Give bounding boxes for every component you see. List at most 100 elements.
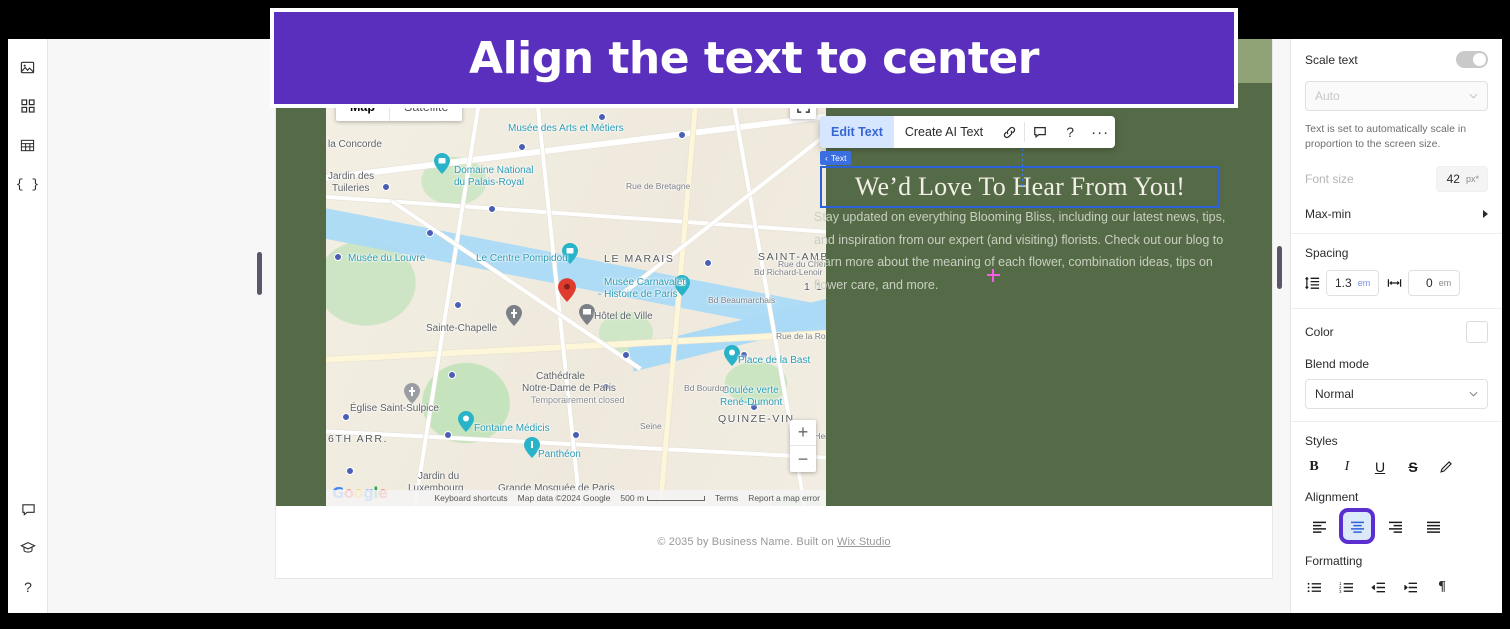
map-transit-dot [426, 229, 434, 237]
blend-mode-label: Blend mode [1305, 357, 1370, 371]
table-icon[interactable] [11, 128, 45, 162]
align-right-icon[interactable] [1381, 512, 1409, 540]
toggle-knob [1473, 53, 1486, 66]
line-height-field[interactable]: 1.3 em [1326, 270, 1380, 296]
chat-icon[interactable] [11, 492, 45, 526]
map-poi-pin[interactable] [562, 243, 578, 264]
map-transit-dot [488, 205, 496, 213]
font-size-row: Font size 42 px* [1305, 166, 1488, 192]
crosshair-cursor [987, 269, 1000, 282]
link-icon[interactable] [994, 116, 1024, 148]
bold-icon[interactable]: B [1305, 458, 1323, 476]
apps-icon[interactable] [11, 89, 45, 123]
report-map-error-link[interactable]: Report a map error [748, 493, 820, 503]
map-poi-pin[interactable] [458, 411, 474, 432]
max-min-row[interactable]: Max-min [1305, 207, 1488, 221]
font-size-label: Font size [1305, 172, 1354, 186]
color-section: Color Blend mode Normal [1291, 309, 1502, 421]
map-transit-dot [342, 413, 350, 421]
zoom-out-button[interactable]: − [790, 446, 816, 472]
text-direction-icon[interactable]: ¶ [1433, 578, 1451, 596]
help-icon[interactable]: ? [11, 570, 45, 604]
map-transit-dot [382, 183, 390, 191]
line-height-icon [1305, 276, 1320, 290]
heading-selection-box[interactable]: We’d Love To Hear From You! [820, 166, 1220, 208]
blend-mode-value: Normal [1315, 387, 1354, 401]
map-poi-pin-gray[interactable] [579, 304, 595, 325]
decrease-indent-icon[interactable] [1369, 578, 1387, 596]
wix-editor-window: { } ? la Concorde Jardin des Tuileries M… [8, 39, 1502, 613]
element-type-tag[interactable]: ‹ Text [820, 151, 852, 165]
line-height-control: 1.3 em [1305, 270, 1380, 296]
edit-text-button[interactable]: Edit Text [820, 116, 894, 148]
map-poi-pin[interactable] [524, 437, 540, 458]
terms-link[interactable]: Terms [715, 493, 738, 503]
color-label: Color [1305, 325, 1334, 339]
font-size-field[interactable]: 42 px* [1436, 166, 1488, 192]
map-poi-pin-gray[interactable] [404, 383, 420, 404]
bulleted-list-icon[interactable] [1305, 578, 1323, 596]
map-scale-label: 500 m [620, 493, 645, 503]
page-heading: We’d Love To Hear From You! [854, 172, 1186, 201]
scale-text-toggle[interactable] [1456, 51, 1488, 68]
styles-buttons: B I U S [1305, 458, 1488, 476]
wix-studio-link[interactable]: Wix Studio [837, 536, 891, 548]
create-ai-text-button[interactable]: Create AI Text [894, 116, 994, 148]
italic-icon[interactable]: I [1338, 458, 1356, 476]
text-floating-toolbar[interactable]: Edit Text Create AI Text ? ··· [820, 116, 1116, 148]
numbered-list-icon[interactable]: 123 [1337, 578, 1355, 596]
spacing-controls: 1.3 em 0 em [1305, 270, 1488, 296]
zoom-in-button[interactable]: + [790, 420, 816, 446]
scale-text-label: Scale text [1305, 52, 1358, 67]
map-poi-pin[interactable] [724, 345, 740, 366]
map-attribution: Keyboard shortcuts Map data ©2024 Google… [326, 490, 826, 506]
comment-icon[interactable] [1025, 116, 1055, 148]
underline-icon[interactable]: U [1371, 458, 1389, 476]
max-min-label: Max-min [1305, 207, 1352, 221]
media-icon[interactable] [11, 50, 45, 84]
align-justify-icon[interactable] [1419, 512, 1447, 540]
academy-icon[interactable] [11, 531, 45, 565]
align-center-icon[interactable] [1343, 512, 1371, 540]
line-height-value: 1.3 [1335, 276, 1352, 290]
map-transit-dot [598, 113, 606, 121]
letter-spacing-field[interactable]: 0 em [1408, 270, 1461, 296]
map-transit-dot [444, 431, 452, 439]
increase-indent-icon[interactable] [1401, 578, 1419, 596]
styles-label: Styles [1305, 434, 1338, 448]
help-icon[interactable]: ? [1055, 116, 1085, 148]
letter-spacing-control: 0 em [1387, 270, 1461, 296]
map-poi-pin[interactable] [674, 275, 690, 296]
map-location-marker[interactable] [558, 278, 576, 302]
color-swatch[interactable] [1466, 321, 1488, 343]
map-transit-dot [572, 431, 580, 439]
scale-text-section: Scale text Auto Text is set to automatic… [1291, 39, 1502, 233]
line-height-unit: em [1357, 278, 1371, 288]
formatting-label: Formatting [1305, 554, 1363, 568]
more-options-icon[interactable]: ··· [1085, 116, 1115, 148]
left-resize-handle[interactable] [257, 252, 262, 295]
map-data-text: Map data ©2024 Google [517, 493, 611, 503]
map-transit-dot [602, 383, 610, 391]
blend-mode-select[interactable]: Normal [1305, 379, 1488, 409]
right-resize-handle[interactable] [1277, 246, 1282, 289]
keyboard-shortcuts-link[interactable]: Keyboard shortcuts [434, 493, 507, 503]
map-zoom-controls[interactable]: + − [790, 420, 816, 472]
google-map[interactable]: la Concorde Jardin des Tuileries Musée des … [326, 83, 826, 506]
site-preview: la Concorde Jardin des Tuileries Musée des … [276, 39, 1272, 578]
map-transit-dot [740, 351, 748, 359]
scale-mode-wrapper: Auto [1305, 81, 1488, 111]
align-left-icon[interactable] [1305, 512, 1333, 540]
letter-spacing-icon [1388, 279, 1402, 287]
map-transit-dot [750, 403, 758, 411]
scale-mode-select[interactable]: Auto [1305, 81, 1488, 111]
strikethrough-icon[interactable]: S [1404, 458, 1422, 476]
code-icon[interactable]: { } [11, 167, 45, 201]
map-poi-pin[interactable] [434, 153, 450, 174]
page-paragraph[interactable]: Stay updated on everything Blooming Blis… [814, 206, 1234, 296]
alignment-guide [1022, 144, 1023, 186]
highlight-icon[interactable] [1437, 458, 1455, 476]
map-poi-pin-gray[interactable] [506, 305, 522, 326]
chevron-down-icon [1469, 391, 1478, 397]
left-sidebar: { } ? [8, 39, 48, 613]
